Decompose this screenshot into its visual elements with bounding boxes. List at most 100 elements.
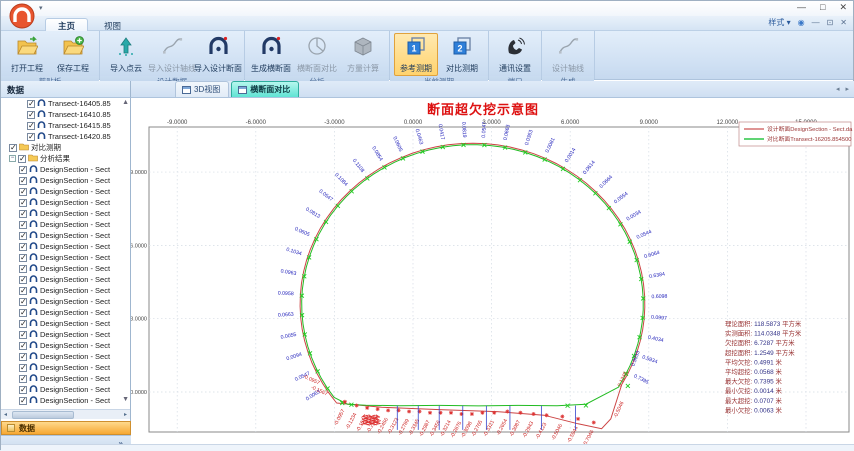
hscroll-left-icon[interactable]: ◂ — [1, 411, 10, 418]
tree-item-section[interactable]: DesignSection - Sect — [1, 274, 130, 285]
ribbon-button-通讯设置[interactable]: 通讯设置 — [493, 33, 537, 76]
tree-scroll-down-icon[interactable]: ▼ — [122, 396, 129, 403]
help-icon[interactable]: ◉ — [798, 18, 805, 27]
window-close-button[interactable]: ✕ — [839, 2, 847, 13]
tree-item-section[interactable]: DesignSection - Sect — [1, 219, 130, 230]
app-minimize-icon[interactable]: — — [812, 18, 820, 27]
tree-item-label: DesignSection - Sect — [40, 242, 110, 251]
tree-checkbox[interactable] — [19, 265, 27, 273]
tree-item-section[interactable]: DesignSection - Sect — [1, 241, 130, 252]
window-maximize-button[interactable]: □ — [820, 2, 825, 13]
tree-item-section[interactable]: DesignSection - Sect — [1, 208, 130, 219]
tree-checkbox[interactable] — [19, 177, 27, 185]
tree-item-对比测期[interactable]: 对比测期 — [1, 142, 130, 153]
tree-item-section[interactable]: DesignSection - Sect — [1, 252, 130, 263]
tree-checkbox[interactable] — [27, 122, 35, 130]
tree-item-section[interactable]: DesignSection - Sect — [1, 230, 130, 241]
tree-checkbox[interactable] — [19, 331, 27, 339]
window-minimize-button[interactable]: — — [797, 2, 806, 13]
tree-item-section[interactable]: DesignSection - Sect — [1, 296, 130, 307]
quick-access-caret-icon[interactable]: ▾ — [39, 4, 43, 12]
tree-item-section[interactable]: DesignSection - Sect — [1, 175, 130, 186]
tree-item-transect[interactable]: Transect-16415.85 — [1, 120, 130, 131]
ribbon-button-导入设计断面[interactable]: 导入设计断面 — [196, 33, 240, 76]
tree-checkbox[interactable] — [19, 342, 27, 350]
tree-checkbox[interactable] — [19, 221, 27, 229]
tree-item-section[interactable]: DesignSection - Sect — [1, 351, 130, 362]
tree-item-section[interactable]: DesignSection - Sect — [1, 384, 130, 395]
tree-checkbox[interactable] — [27, 133, 35, 141]
doc-tab-3D视图[interactable]: 3D视图 — [175, 81, 229, 97]
ribbon-button-方量计算[interactable]: 方量计算 — [341, 33, 385, 76]
tree-item-section[interactable]: DesignSection - Sect — [1, 362, 130, 373]
under-excavation-marker — [386, 408, 390, 412]
offset-label: 0.0958 — [278, 290, 294, 297]
app-logo-icon[interactable] — [9, 3, 35, 29]
tree-horizontal-scrollbar[interactable]: ◂ ▸ — [1, 409, 130, 419]
tree-checkbox[interactable] — [19, 298, 27, 306]
tree-item-transect[interactable]: Transect-16410.85 — [1, 109, 130, 120]
tree-item-section[interactable]: DesignSection - Sect — [1, 164, 130, 175]
ribbon-button-设计轴线[interactable]: 设计轴线 — [546, 33, 590, 76]
data-panel-bottom-tab[interactable]: 数据 — [1, 421, 131, 435]
ribbon-button-打开工程[interactable]: 打开工程 — [5, 33, 49, 76]
hscroll-thumb[interactable] — [12, 411, 74, 419]
tree-checkbox[interactable] — [19, 375, 27, 383]
tab-nav-arrows-icon[interactable]: ◂ ▸ — [836, 85, 851, 93]
ribbon-button-生成横断面[interactable]: 生成横断面 — [249, 33, 293, 76]
tree-item-section[interactable]: DesignSection - Sect — [1, 285, 130, 296]
tree-item-section[interactable]: DesignSection - Sect — [1, 307, 130, 318]
ribbon-button-保存工程[interactable]: 保存工程 — [51, 33, 95, 76]
tree-checkbox[interactable] — [19, 397, 27, 405]
tree-checkbox[interactable] — [27, 100, 35, 108]
tree-item-分析结果[interactable]: −分析结果 — [1, 153, 130, 164]
tree-item-section[interactable]: DesignSection - Sect — [1, 197, 130, 208]
tree-checkbox[interactable] — [19, 188, 27, 196]
tree-item-section[interactable]: DesignSection - Sect — [1, 318, 130, 329]
tree-checkbox[interactable] — [19, 199, 27, 207]
tree-checkbox[interactable] — [19, 243, 27, 251]
tree-checkbox[interactable] — [18, 155, 26, 163]
tree-item-section[interactable]: DesignSection - Sect — [1, 395, 130, 406]
tree-checkbox[interactable] — [19, 320, 27, 328]
ribbon-button-导入设计轴线[interactable]: 导入设计轴线 — [150, 33, 194, 76]
chart-canvas[interactable]: -9.0000-6.0000-3.00000.00003.00006.00009… — [131, 98, 854, 444]
hscroll-right-icon[interactable]: ▸ — [121, 411, 130, 418]
tree-expander-icon[interactable]: − — [9, 155, 16, 162]
section-icon — [29, 197, 40, 208]
tree-item-section[interactable]: DesignSection - Sect — [1, 186, 130, 197]
tree-checkbox[interactable] — [19, 232, 27, 240]
data-panel-header: 数据 — [1, 81, 131, 98]
tree-checkbox[interactable] — [19, 254, 27, 262]
tree-item-section[interactable]: DesignSection - Sect — [1, 263, 130, 274]
app-restore-icon[interactable]: ⊡ — [827, 18, 834, 27]
tree-checkbox[interactable] — [19, 287, 27, 295]
under-excavation-marker — [376, 407, 380, 411]
tree-scroll-up-icon[interactable]: ▲ — [122, 99, 129, 106]
tree-item-transect[interactable]: Transect-16420.85 — [1, 131, 130, 142]
tree-checkbox[interactable] — [19, 276, 27, 284]
tree-checkbox[interactable] — [27, 111, 35, 119]
tree-checkbox[interactable] — [19, 210, 27, 218]
style-menu[interactable]: 样式 ▾ — [768, 17, 790, 28]
doc-tab-横断面对比[interactable]: 横断面对比 — [231, 81, 299, 97]
y-tick-label: 9.0000 — [131, 170, 147, 176]
tree-checkbox[interactable] — [19, 386, 27, 394]
tree-item-section[interactable]: DesignSection - Sect — [1, 373, 130, 384]
tree-item-transect[interactable]: Transect-16405.85 — [1, 98, 130, 109]
ribbon-button-导入点云[interactable]: 导入点云 — [104, 33, 148, 76]
tree-item-section[interactable]: DesignSection - Sect — [1, 329, 130, 340]
tree-item-section[interactable]: DesignSection - Sect — [1, 340, 130, 351]
ribbon-button-对比测期[interactable]: 2对比测期 — [440, 33, 484, 76]
section-icon — [29, 318, 40, 329]
tree-checkbox[interactable] — [19, 166, 27, 174]
tree-checkbox[interactable] — [19, 364, 27, 372]
tree-checkbox[interactable] — [19, 353, 27, 361]
stat-row: 平均欠挖: 0.4991 米 — [725, 357, 782, 366]
tree-checkbox[interactable] — [9, 144, 17, 152]
ribbon-button-横断面对比[interactable]: 横断面对比 — [295, 33, 339, 76]
app-close-icon[interactable]: ✕ — [840, 18, 847, 27]
tree-item-label: DesignSection - Sect — [40, 374, 110, 383]
ribbon-button-参考测期[interactable]: 1参考测期 — [394, 33, 438, 76]
tree-checkbox[interactable] — [19, 309, 27, 317]
